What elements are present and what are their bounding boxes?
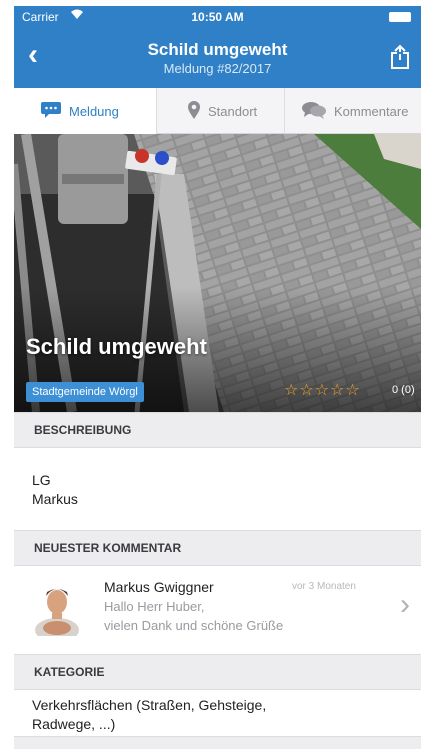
- section-header-beschreibung: BESCHREIBUNG: [14, 412, 421, 448]
- speech-bubble-icon: [40, 101, 62, 122]
- latest-comment-row[interactable]: Markus Gwiggner vor 3 Monaten Hallo Herr…: [14, 566, 421, 654]
- battery-icon: [389, 12, 411, 22]
- report-photo[interactable]: Schild umgeweht Stadtgemeinde Wörgl ☆☆☆☆…: [14, 134, 421, 412]
- phone-screen: Carrier 10:50 AM ‹ Schild umgeweht Meldu…: [14, 6, 421, 749]
- section-header-kommentar: NEUESTER KOMMENTAR: [14, 530, 421, 566]
- share-icon[interactable]: [389, 44, 411, 70]
- description-body: LG Markus: [14, 448, 421, 530]
- map-pin-icon: [187, 100, 201, 123]
- page-title: Schild umgeweht: [147, 40, 288, 59]
- comment-text-line: vielen Dank und schöne Grüße: [104, 618, 284, 633]
- tab-standort[interactable]: Standort: [156, 88, 284, 134]
- rating-stars[interactable]: ☆☆☆☆☆: [284, 380, 361, 400]
- hero-title: Schild umgeweht: [26, 334, 207, 359]
- municipality-badge: Stadtgemeinde Wörgl: [26, 382, 144, 402]
- avatar: [32, 580, 82, 642]
- street-sign-photo: [14, 134, 421, 412]
- comments-icon: [301, 101, 327, 122]
- tab-label: Kommentare: [334, 103, 409, 119]
- tab-meldung[interactable]: Meldung: [14, 88, 156, 134]
- rating-count: 0 (0): [392, 384, 415, 396]
- category-body: Verkehrsflächen (Straßen, Gehsteige, Rad…: [14, 690, 421, 736]
- navigation-bar: ‹ Schild umgeweht Meldung #82/2017: [14, 28, 421, 88]
- tab-kommentare[interactable]: Kommentare: [284, 88, 421, 134]
- status-bar: Carrier 10:50 AM: [14, 6, 421, 28]
- description-line: Markus: [32, 491, 78, 507]
- section-header-status: STATUS: [14, 736, 421, 749]
- tab-label: Meldung: [69, 103, 119, 119]
- chevron-right-icon: ›: [400, 588, 410, 621]
- comment-text-line: Hallo Herr Huber,: [104, 599, 205, 614]
- segmented-tabs: Meldung Standort Kommentare: [14, 88, 421, 134]
- status-time: 10:50 AM: [191, 10, 244, 24]
- tab-label: Standort: [208, 103, 258, 119]
- section-header-kategorie: KATEGORIE: [14, 654, 421, 690]
- category-line: Verkehrsflächen (Straßen, Gehsteige,: [32, 697, 267, 713]
- comment-author: Markus Gwiggner: [104, 579, 214, 595]
- page-subtitle: Meldung #82/2017: [163, 61, 272, 76]
- category-line: Radwege, ...): [32, 716, 116, 732]
- description-line: LG: [32, 472, 51, 488]
- comment-time: vor 3 Monaten: [292, 581, 356, 592]
